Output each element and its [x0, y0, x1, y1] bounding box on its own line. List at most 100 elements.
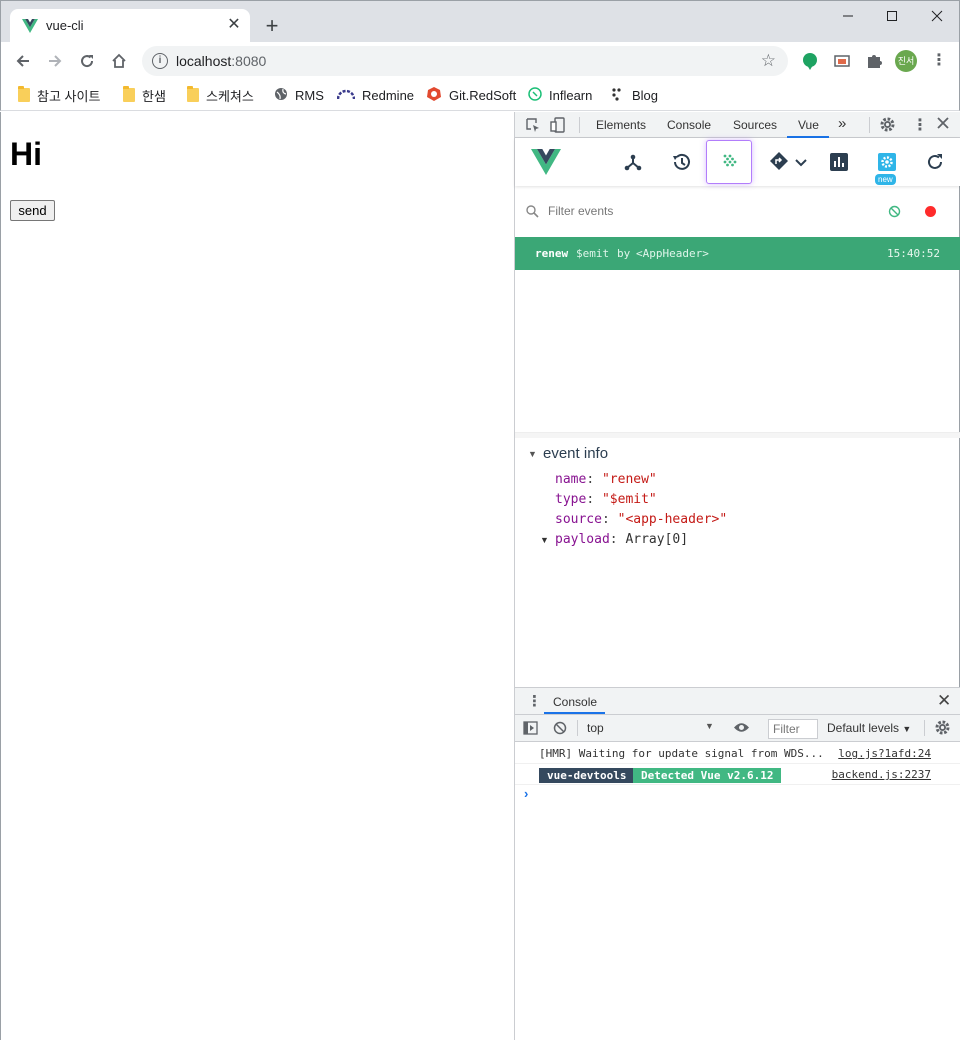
window-close-icon[interactable] [923, 7, 951, 27]
extension-green-icon[interactable] [800, 51, 820, 71]
bookmark-label: Blog [632, 87, 659, 103]
event-type: $emit [576, 247, 610, 260]
drawer-tab-bar: ⋮ Console ✕ [515, 688, 960, 715]
events-tab-button[interactable] [706, 140, 752, 184]
drawer-close-icon[interactable]: ✕ [937, 691, 951, 711]
components-icon[interactable] [610, 140, 656, 184]
event-info-title[interactable]: event info [543, 445, 608, 462]
minimize-icon[interactable] [834, 7, 862, 27]
search-icon [526, 205, 539, 221]
context-select[interactable]: top [587, 721, 604, 735]
bookmark-star-icon[interactable]: ☆ [761, 51, 776, 71]
device-toolbar-icon[interactable] [550, 117, 566, 136]
vue-logo-icon [531, 149, 561, 178]
bookmark-link[interactable]: Blog [611, 84, 658, 106]
bookmark-folder[interactable]: 한샘 [123, 84, 166, 106]
collapse-caret-icon[interactable]: ▼ [528, 449, 537, 459]
reload-icon[interactable] [75, 49, 99, 73]
bookmark-label: 참고 사이트 [37, 88, 101, 104]
expand-caret-icon[interactable]: ▼ [540, 535, 549, 545]
bookmarks-bar: 참고 사이트 한샘 스케쳐스 RMS Redmine Git.RedSoft I… [0, 80, 960, 111]
browser-menu-icon[interactable]: ⋮ [931, 50, 947, 70]
drawer-menu-icon[interactable]: ⋮ [527, 692, 542, 710]
extension-cast-icon[interactable] [832, 51, 852, 71]
site-info-icon[interactable]: i [152, 53, 168, 69]
browser-tab[interactable]: vue-cli ✕ [10, 9, 250, 43]
title-bar: vue-cli ✕ + [0, 0, 960, 43]
forward-icon[interactable] [43, 49, 67, 73]
bookmark-link[interactable]: Redmine [336, 84, 415, 106]
new-tab-icon[interactable]: + [261, 15, 283, 37]
bookmark-link[interactable]: Inflearn [528, 84, 592, 106]
filter-events-input[interactable]: Filter events [548, 204, 613, 218]
extensions-puzzle-icon[interactable] [864, 51, 884, 71]
toolbar-separator [577, 720, 578, 736]
bookmark-label: Git.RedSoft [449, 87, 517, 103]
devtools-menu-icon[interactable]: ⋮ [912, 115, 928, 135]
devtools-close-icon[interactable] [936, 116, 950, 133]
prop-value: "renew" [601, 472, 657, 487]
folder-icon [187, 86, 199, 102]
live-expression-eye-icon[interactable] [733, 721, 750, 737]
events-filter-bar: Filter events [515, 196, 960, 228]
routing-dropdown[interactable] [760, 140, 816, 184]
performance-icon[interactable] [816, 140, 862, 184]
console-prompt[interactable]: › [524, 786, 528, 801]
tab-elements[interactable]: Elements [596, 118, 646, 132]
bookmark-link[interactable]: Git.RedSoft [426, 84, 516, 106]
toolbar-separator [924, 720, 925, 736]
clear-events-icon[interactable] [888, 205, 901, 221]
tab-separator [869, 117, 870, 133]
clear-console-icon[interactable] [553, 721, 567, 738]
record-icon[interactable] [924, 205, 937, 221]
log-source-link[interactable]: log.js?1afd:24 [838, 747, 931, 760]
back-icon[interactable] [11, 49, 35, 73]
sidebar-toggle-icon[interactable] [523, 721, 538, 738]
console-log-row: [HMR] Waiting for update signal from WDS… [515, 743, 960, 764]
prop-row: type: "$emit" [555, 492, 657, 507]
prop-key: name [555, 472, 587, 487]
inflearn-icon [528, 86, 542, 104]
tab-sources[interactable]: Sources [733, 118, 777, 132]
bookmark-label: RMS [295, 87, 324, 103]
send-button[interactable]: send [10, 200, 55, 221]
refresh-icon[interactable] [912, 140, 958, 184]
vuex-history-icon[interactable] [658, 140, 704, 184]
globe-icon [274, 87, 288, 104]
prop-key: type [555, 492, 587, 507]
prop-key: source [555, 512, 602, 527]
bookmark-label: Redmine [362, 87, 415, 103]
tab-console[interactable]: Console [667, 118, 711, 132]
pane-splitter[interactable] [515, 432, 960, 438]
levels-label: Default levels [827, 721, 900, 735]
event-list-item[interactable]: renew $emit by <AppHeader> 15:40:52 [515, 237, 960, 270]
folder-icon [123, 86, 135, 102]
log-levels-dropdown[interactable]: Default levels ▼ [827, 721, 911, 735]
more-tabs-icon[interactable]: » [838, 115, 846, 132]
prop-row: name: "renew" [555, 472, 657, 487]
address-bar[interactable]: i localhost:8080 ☆ [142, 46, 788, 76]
tab-close-icon[interactable]: ✕ [224, 15, 244, 35]
log-source-link[interactable]: backend.js:2237 [832, 768, 931, 781]
prop-row[interactable]: payload: Array[0] [555, 532, 688, 547]
router-icon [769, 151, 789, 174]
event-name: renew [535, 247, 569, 260]
tab-console-drawer[interactable]: Console [553, 695, 597, 709]
bookmark-folder[interactable]: 참고 사이트 [18, 84, 100, 106]
profile-avatar[interactable]: 진서 [895, 50, 917, 72]
event-timestamp: 15:40:52 [887, 247, 940, 260]
vue-devtools-header: new [515, 138, 960, 186]
inspect-element-icon[interactable] [525, 117, 541, 136]
bookmark-link[interactable]: RMS [274, 84, 324, 106]
settings-gear-icon[interactable] [879, 116, 896, 136]
tab-vue[interactable]: Vue [798, 118, 819, 132]
console-filter-input[interactable]: Filter [768, 719, 818, 739]
bookmark-folder[interactable]: 스케쳐스 [187, 84, 254, 106]
new-badge: new [875, 174, 896, 185]
console-settings-gear-icon[interactable] [934, 719, 951, 739]
url-text: localhost:8080 [176, 53, 267, 69]
maximize-icon[interactable] [878, 7, 906, 27]
chevron-down-icon [795, 155, 807, 170]
home-icon[interactable] [107, 49, 131, 73]
bookmark-label: Inflearn [549, 87, 593, 103]
